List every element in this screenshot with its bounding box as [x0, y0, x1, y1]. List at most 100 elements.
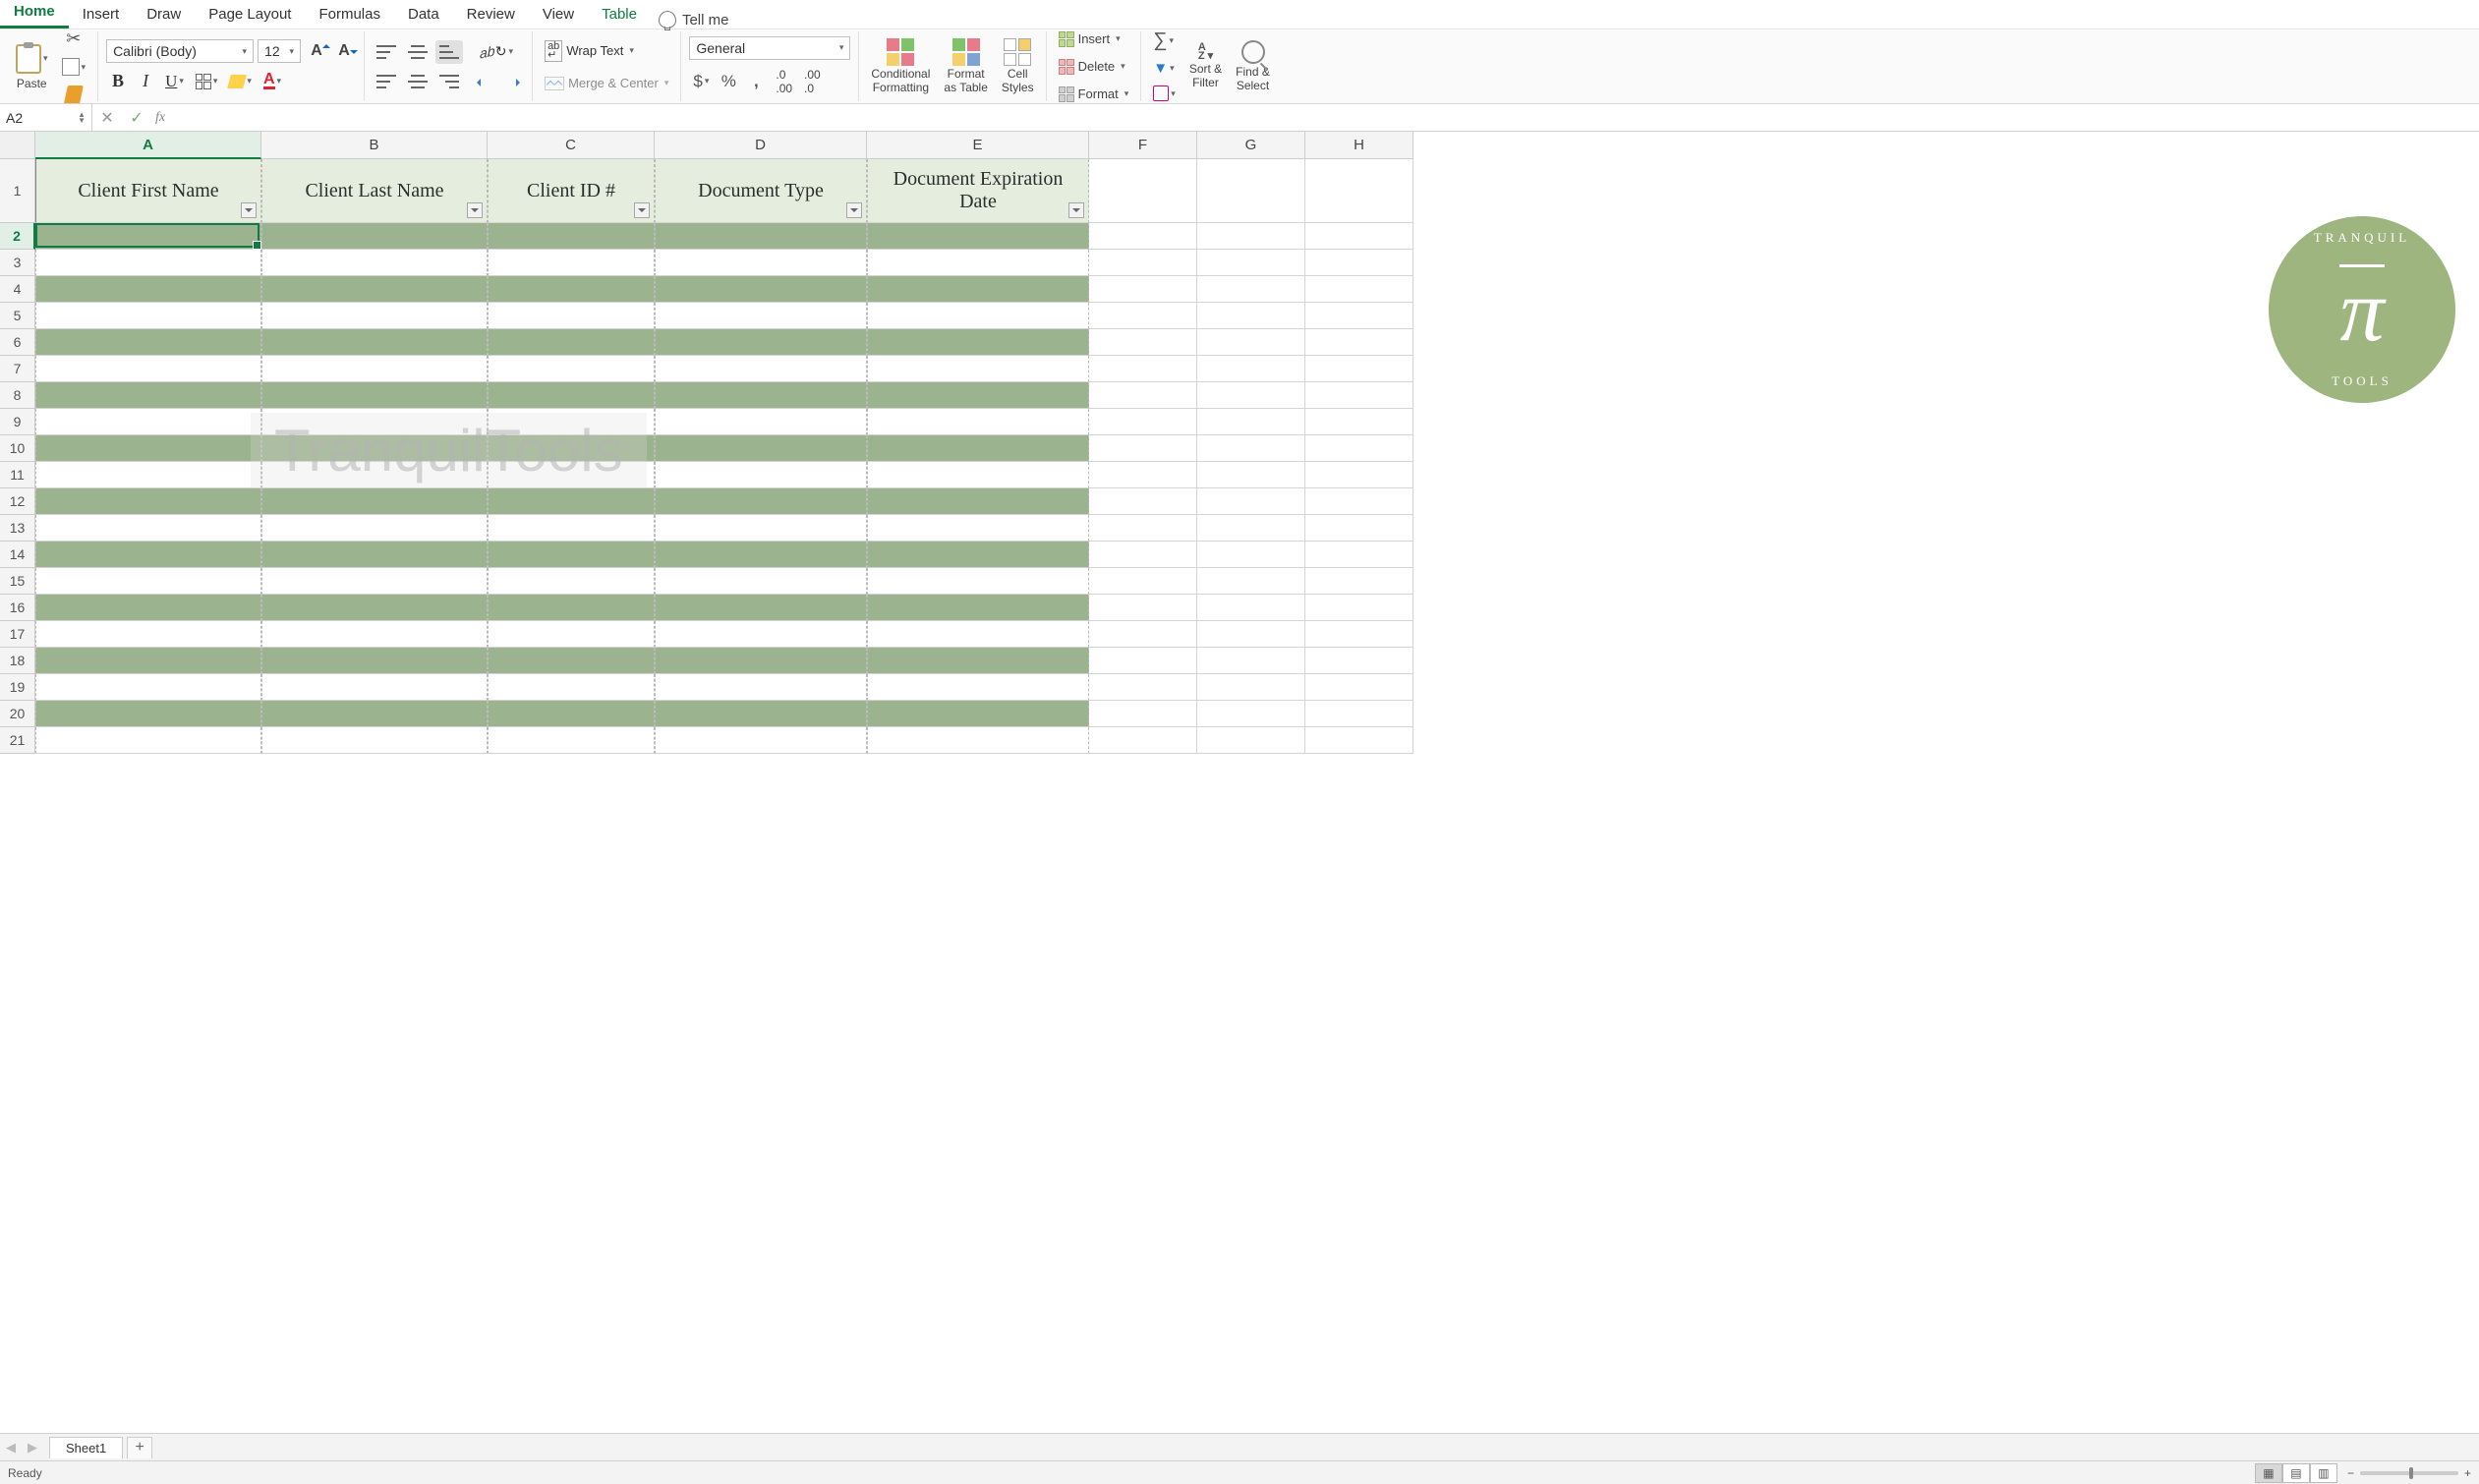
- cell-H19[interactable]: [1305, 674, 1413, 701]
- cell-E1[interactable]: Document Expiration Date: [867, 159, 1089, 223]
- font-size-select[interactable]: 12▾: [258, 39, 301, 63]
- cell-F9[interactable]: [1089, 409, 1197, 435]
- orientation-button[interactable]: ab↻▾: [476, 40, 517, 64]
- cell-F1[interactable]: [1089, 159, 1197, 223]
- name-box[interactable]: A2 ▲▼: [0, 104, 92, 131]
- paste-button[interactable]: ▾: [12, 42, 52, 76]
- cell-E3[interactable]: [867, 250, 1089, 276]
- column-header-H[interactable]: H: [1305, 132, 1413, 159]
- cell-G8[interactable]: [1197, 382, 1305, 409]
- row-header-21[interactable]: 21: [0, 727, 35, 754]
- cell-F7[interactable]: [1089, 356, 1197, 382]
- cell-B1[interactable]: Client Last Name: [261, 159, 488, 223]
- cell-H1[interactable]: [1305, 159, 1413, 223]
- cell-E7[interactable]: [867, 356, 1089, 382]
- cell-D13[interactable]: [655, 515, 867, 542]
- tab-view[interactable]: View: [529, 2, 588, 29]
- cell-E17[interactable]: [867, 621, 1089, 648]
- cell-D8[interactable]: [655, 382, 867, 409]
- merge-center-button[interactable]: Merge & Center▾: [541, 72, 672, 95]
- cell-C12[interactable]: [488, 488, 655, 515]
- row-header-9[interactable]: 9: [0, 409, 35, 435]
- cell-G9[interactable]: [1197, 409, 1305, 435]
- tab-insert[interactable]: Insert: [69, 2, 134, 29]
- format-cells-button[interactable]: Format▾: [1055, 83, 1133, 106]
- sheet-nav-next[interactable]: ▶: [22, 1437, 43, 1458]
- cell-C17[interactable]: [488, 621, 655, 648]
- cell-A15[interactable]: [35, 568, 261, 595]
- tab-data[interactable]: Data: [394, 2, 453, 29]
- filter-dropdown-C[interactable]: [634, 202, 650, 218]
- cell-B9[interactable]: [261, 409, 488, 435]
- column-header-A[interactable]: A: [35, 132, 261, 159]
- sheet-nav-prev[interactable]: ◀: [0, 1437, 22, 1458]
- cell-H16[interactable]: [1305, 595, 1413, 621]
- cell-A16[interactable]: [35, 595, 261, 621]
- cell-H2[interactable]: [1305, 223, 1413, 250]
- cell-F21[interactable]: [1089, 727, 1197, 754]
- tell-me[interactable]: Tell me: [659, 11, 729, 29]
- column-header-G[interactable]: G: [1197, 132, 1305, 159]
- cell-F18[interactable]: [1089, 648, 1197, 674]
- cell-D2[interactable]: [655, 223, 867, 250]
- add-sheet-button[interactable]: +: [127, 1437, 152, 1458]
- formula-input[interactable]: [165, 104, 2479, 131]
- fill-button[interactable]: ▼▾: [1149, 56, 1178, 80]
- cell-E18[interactable]: [867, 648, 1089, 674]
- cell-G2[interactable]: [1197, 223, 1305, 250]
- cell-E16[interactable]: [867, 595, 1089, 621]
- borders-button[interactable]: ▾: [192, 70, 222, 93]
- cell-B18[interactable]: [261, 648, 488, 674]
- tab-review[interactable]: Review: [453, 2, 529, 29]
- cell-A14[interactable]: [35, 542, 261, 568]
- cell-B6[interactable]: [261, 329, 488, 356]
- row-header-1[interactable]: 1: [0, 159, 35, 223]
- cell-H20[interactable]: [1305, 701, 1413, 727]
- insert-cells-button[interactable]: Insert▾: [1055, 28, 1124, 51]
- row-header-13[interactable]: 13: [0, 515, 35, 542]
- cell-H8[interactable]: [1305, 382, 1413, 409]
- comma-button[interactable]: ,: [744, 70, 768, 93]
- align-center-button[interactable]: [404, 70, 432, 93]
- cell-G13[interactable]: [1197, 515, 1305, 542]
- cell-C20[interactable]: [488, 701, 655, 727]
- cell-A2[interactable]: [35, 223, 261, 250]
- cell-B7[interactable]: [261, 356, 488, 382]
- cell-A12[interactable]: [35, 488, 261, 515]
- cell-H6[interactable]: [1305, 329, 1413, 356]
- cell-B2[interactable]: [261, 223, 488, 250]
- cell-B8[interactable]: [261, 382, 488, 409]
- currency-button[interactable]: $▾: [689, 70, 713, 93]
- italic-button[interactable]: I: [134, 69, 157, 93]
- number-format-select[interactable]: General▾: [689, 36, 850, 60]
- row-header-11[interactable]: 11: [0, 462, 35, 488]
- cell-F10[interactable]: [1089, 435, 1197, 462]
- cell-D20[interactable]: [655, 701, 867, 727]
- cell-D14[interactable]: [655, 542, 867, 568]
- cell-D7[interactable]: [655, 356, 867, 382]
- align-bottom-button[interactable]: [435, 40, 463, 64]
- cell-F17[interactable]: [1089, 621, 1197, 648]
- filter-dropdown-E[interactable]: [1068, 202, 1084, 218]
- cell-E6[interactable]: [867, 329, 1089, 356]
- zoom-control[interactable]: − +: [2347, 1466, 2471, 1480]
- select-all-corner[interactable]: [0, 132, 35, 159]
- cell-A8[interactable]: [35, 382, 261, 409]
- cell-B16[interactable]: [261, 595, 488, 621]
- fill-color-button[interactable]: ▾: [225, 70, 256, 93]
- cell-D21[interactable]: [655, 727, 867, 754]
- cell-H15[interactable]: [1305, 568, 1413, 595]
- conditional-formatting-button[interactable]: Conditional Formatting: [867, 36, 934, 95]
- cell-B11[interactable]: [261, 462, 488, 488]
- cell-D19[interactable]: [655, 674, 867, 701]
- cell-F8[interactable]: [1089, 382, 1197, 409]
- cell-G19[interactable]: [1197, 674, 1305, 701]
- cell-A11[interactable]: [35, 462, 261, 488]
- cell-G6[interactable]: [1197, 329, 1305, 356]
- cell-G10[interactable]: [1197, 435, 1305, 462]
- copy-button[interactable]: ▾: [58, 55, 90, 79]
- sheet-tab-1[interactable]: Sheet1: [49, 1437, 123, 1458]
- cell-A6[interactable]: [35, 329, 261, 356]
- cell-E10[interactable]: [867, 435, 1089, 462]
- cell-H4[interactable]: [1305, 276, 1413, 303]
